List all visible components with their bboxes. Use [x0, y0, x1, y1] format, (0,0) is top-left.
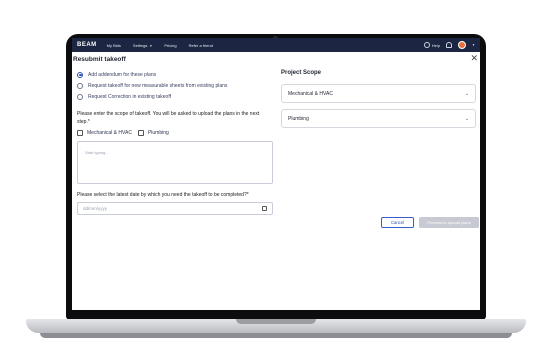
checkbox-label: Mechanical & HVAC — [87, 130, 132, 136]
help-icon — [423, 42, 430, 48]
topbar-actions: Help ▼ — [423, 41, 475, 49]
help-label: Help — [431, 42, 441, 48]
date-input[interactable]: dd/mm/yyyy — [77, 202, 273, 215]
date-placeholder: dd/mm/yyyy — [83, 206, 108, 211]
scope-question: Please enter the scope of takeoff. You w… — [77, 111, 260, 125]
app-logo[interactable]: BEAM — [77, 42, 97, 48]
nav-my-bids-label: My Bids — [106, 42, 121, 48]
chevron-down-icon: ▼ — [149, 43, 153, 48]
dialog-title: Resubmit takeoff — [73, 56, 126, 63]
nav-refer-label: Refer a friend — [188, 42, 213, 48]
radio-icon[interactable] — [77, 93, 83, 100]
cancel-button[interactable]: Cancel — [381, 217, 414, 228]
resubmit-takeoff-dialog: Resubmit takeoff ✕ Add addendum for thes… — [72, 52, 480, 310]
resubmit-option-group: Add addendum for these plans Request tak… — [77, 69, 227, 102]
nav-settings[interactable]: Settings ▼ — [133, 43, 152, 48]
scope-textarea[interactable]: Start typing... — [77, 141, 273, 184]
avatar[interactable] — [458, 41, 467, 49]
nav-refer-a-friend[interactable]: Refer a friend — [189, 43, 213, 48]
radio-selected-icon[interactable] — [77, 71, 83, 78]
checkbox-mechanical-hvac[interactable] — [77, 130, 83, 136]
help-button[interactable]: Help — [423, 42, 441, 48]
section-label: Plumbing — [288, 115, 309, 122]
scope-section-mechanical-hvac[interactable]: Mechanical & HVAC ⌄ — [281, 84, 476, 103]
bell-icon[interactable] — [446, 42, 453, 48]
laptop-foot — [40, 333, 512, 338]
date-question: Please select the latest date by which y… — [77, 192, 249, 198]
laptop-notch — [236, 319, 316, 324]
nav-settings-label: Settings — [132, 42, 148, 48]
option-label: Request Correction in existing takeoff — [88, 93, 172, 100]
option-label: Request takeoff for new measurable sheet… — [88, 82, 228, 89]
scope-checkboxes: Mechanical & HVAC Plumbing — [77, 130, 169, 136]
chevron-down-icon[interactable]: ▼ — [472, 43, 475, 47]
option-request-new-sheets[interactable]: Request takeoff for new measurable sheet… — [77, 80, 227, 91]
calendar-icon[interactable] — [262, 206, 267, 211]
close-icon[interactable]: ✕ — [470, 53, 478, 64]
chevron-down-icon: ⌄ — [464, 90, 469, 97]
nav-pricing-label: Pricing — [164, 42, 177, 48]
option-request-correction[interactable]: Request Correction in existing takeoff — [77, 91, 227, 102]
option-add-addendum[interactable]: Add addendum for these plans — [77, 69, 227, 80]
laptop-screen: BEAM My Bids Settings ▼ Pricing Refer a f… — [72, 38, 480, 310]
checkbox-label: Plumbing — [147, 130, 169, 136]
radio-icon[interactable] — [77, 82, 83, 89]
section-label: Mechanical & HVAC — [288, 90, 333, 97]
checkbox-plumbing[interactable] — [137, 130, 144, 136]
nav-pricing[interactable]: Pricing — [164, 43, 176, 48]
nav-my-bids[interactable]: My Bids — [107, 43, 121, 48]
chevron-down-icon: ⌄ — [464, 115, 469, 122]
proceed-button[interactable]: Proceed to upload plans — [419, 217, 479, 228]
project-scope-title: Project Scope — [281, 70, 322, 76]
top-navigation-bar: BEAM My Bids Settings ▼ Pricing Refer a f… — [72, 38, 480, 52]
option-label: Add addendum for these plans — [88, 71, 157, 78]
scope-section-plumbing[interactable]: Plumbing ⌄ — [281, 109, 476, 128]
